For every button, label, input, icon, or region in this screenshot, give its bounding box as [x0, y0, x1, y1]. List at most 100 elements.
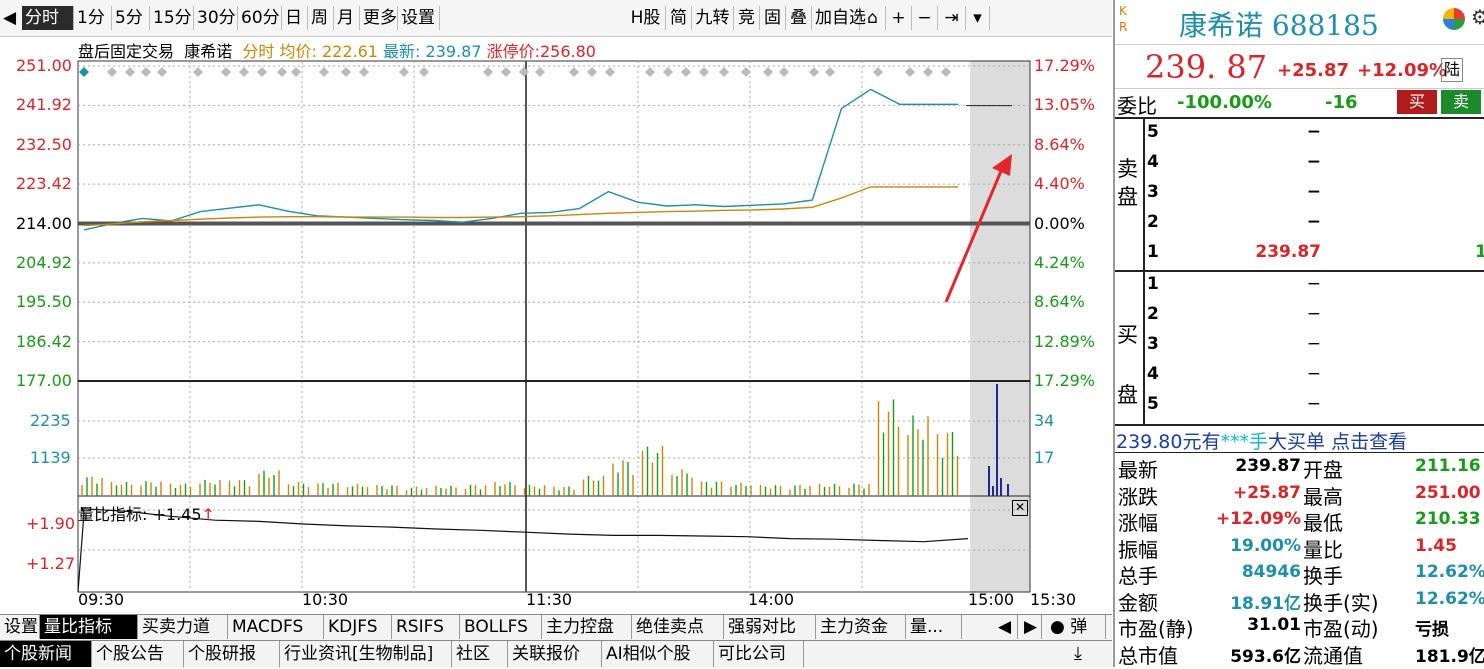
toolbar-button-5[interactable]: 叠 [786, 6, 812, 30]
event-marker-28 [741, 67, 751, 77]
stat-value: 239.87 [1235, 456, 1301, 476]
price-line [83, 88, 958, 231]
tab-period-4[interactable]: 30分 [194, 6, 238, 30]
pct-tick-label: 4.40% [1034, 174, 1085, 194]
sell-level-num: 2 [1147, 212, 1159, 232]
time-tick-label: 15:00 [968, 590, 1015, 609]
event-marker-31 [809, 67, 819, 77]
toolbar-button-2[interactable]: 九转 [692, 6, 734, 30]
tab-period-3[interactable]: 15分 [150, 6, 194, 30]
tab-period-10[interactable]: 设置 [398, 6, 440, 30]
ratio-tick-label: +1.27 [26, 554, 76, 573]
event-marker-3 [141, 67, 151, 77]
indicator-nav-0[interactable]: ◀ [994, 615, 1018, 639]
quote-panel: KR 康希诺 688185 ⚙ 239. 87 +25.87 +12.09% 陆… [1113, 0, 1484, 668]
stat-value: 12.62% [1415, 588, 1484, 609]
settings-gear-icon[interactable]: ⚙ [1471, 5, 1484, 29]
event-marker-10 [291, 67, 301, 77]
tab-period-8[interactable]: 月 [334, 6, 360, 30]
tab-period-9[interactable]: 更多 [360, 6, 398, 30]
indicator-nav-1[interactable]: ▶ [1020, 615, 1042, 639]
info-tab-2[interactable]: 个股研报 [184, 641, 280, 667]
tab-period-5[interactable]: 60分 [238, 6, 282, 30]
volume-tick-label: 2235 [30, 411, 71, 430]
stat-label: 量比 [1303, 537, 1343, 562]
pct-tick-label: 4.24% [1034, 252, 1085, 272]
toolbar-button-10[interactable]: ⇥ [938, 6, 966, 30]
buy-level-price: − [1306, 304, 1321, 324]
indicator-tab-9[interactable]: 强弱对比 [724, 615, 816, 639]
price-change: +25.87 [1277, 60, 1350, 81]
indicator-nav-2[interactable]: ● 弹 [1046, 615, 1106, 639]
last-price: 239. 87 [1145, 48, 1268, 86]
info-tab-3[interactable]: 行业资讯[生物制品] [280, 641, 452, 667]
info-tab-5[interactable]: 关联报价 [508, 641, 602, 667]
stat-value: 210.33 [1415, 509, 1481, 529]
stat-label: 总市值 [1118, 643, 1178, 668]
tab-period-1[interactable]: 1分 [74, 6, 112, 30]
stat-value: 211.16 [1415, 456, 1481, 476]
toolbar-button-7[interactable]: ⌂ [860, 6, 886, 30]
indicator-tab-4[interactable]: KDJFS [324, 615, 392, 639]
event-marker-22 [605, 67, 615, 77]
indicator-tab-3[interactable]: MACDFS [228, 615, 324, 639]
stat-label: 振幅 [1118, 537, 1158, 562]
pct-tick-label: 17.29% [1034, 371, 1096, 390]
info-tab-4[interactable]: 社区 [452, 641, 508, 667]
big-order-notice[interactable]: 239.80元有***手大买单 点击查看 [1116, 427, 1407, 454]
indicator-tab-5[interactable]: RSIFS [392, 615, 460, 639]
back-arrow-icon[interactable]: ◀ [0, 6, 22, 30]
toolbar-button-3[interactable]: 竞 [734, 6, 760, 30]
indicator-tab-7[interactable]: 主力控盘 [542, 615, 632, 639]
indicator-tab-0[interactable]: 设置 [0, 615, 40, 639]
tab-period-2[interactable]: 5分 [112, 6, 150, 30]
weibi-value: -100.00% [1177, 92, 1272, 113]
close-indicator-icon[interactable]: ✕ [1012, 500, 1028, 516]
sell-button[interactable]: 卖 [1441, 90, 1481, 114]
weicha-value: -16 [1325, 92, 1358, 113]
indicator-tab-1[interactable]: 量比指标 [40, 615, 138, 639]
stat-value: 12.62% [1415, 562, 1484, 582]
volume-tick-label-right: 17 [1034, 448, 1055, 467]
stat-label: 最高 [1303, 484, 1343, 509]
event-marker-36 [941, 67, 951, 77]
tab-period-7[interactable]: 周 [308, 6, 334, 30]
event-marker-5 [193, 67, 203, 77]
sell-level-price: − [1306, 212, 1321, 232]
info-tab-0[interactable]: 个股新闻 [0, 641, 92, 667]
stat-label: 流通值 [1303, 643, 1363, 668]
info-tab-6[interactable]: AI相似个股 [602, 641, 714, 667]
indicator-tab-8[interactable]: 绝佳卖点 [632, 615, 724, 639]
info-tab-7[interactable]: 可比公司 [714, 641, 804, 667]
stat-value: 593.6亿 [1230, 646, 1301, 667]
sell-side-label: 卖盘 [1117, 157, 1138, 209]
stat-label: 总手 [1118, 564, 1158, 588]
indicator-tab-10[interactable]: 主力资金 [816, 615, 906, 639]
toolbar-button-0[interactable]: H股 [626, 6, 666, 30]
buy-side-label: 买盘 [1117, 323, 1138, 407]
download-icon[interactable]: ⤓ [1074, 641, 1096, 667]
price-tick-label: 241.92 [16, 95, 72, 115]
time-tick-label: 09:30 [78, 590, 125, 609]
toolbar-button-4[interactable]: 固 [760, 6, 786, 30]
chart-frame [77, 60, 1031, 593]
toolbar-button-1[interactable]: 简 [666, 6, 692, 30]
info-tab-1[interactable]: 个股公告 [92, 641, 184, 667]
pct-tick-label: 8.64% [1034, 292, 1085, 312]
tab-period-6[interactable]: 日 [282, 6, 308, 30]
price-tick-label: 204.92 [16, 252, 72, 272]
toolbar-button-8[interactable]: + [886, 6, 912, 30]
buy-button[interactable]: 买 [1397, 90, 1437, 114]
price-change-pct: +12.09% [1357, 60, 1448, 81]
event-marker-18 [519, 67, 529, 77]
indicator-tab-6[interactable]: BOLLFS [460, 615, 542, 639]
pie-chart-icon[interactable] [1443, 8, 1465, 30]
tab-period-0[interactable]: 分时 [22, 6, 74, 30]
exchange-tag: 陆 [1441, 58, 1463, 82]
toolbar-button-6[interactable]: 加自选 [812, 6, 866, 30]
indicator-tab-11[interactable]: 量... [906, 615, 962, 639]
indicator-tab-2[interactable]: 买卖力道 [138, 615, 228, 639]
toolbar-button-11[interactable]: ▾ [966, 6, 990, 30]
event-marker-1 [107, 67, 117, 77]
toolbar-button-9[interactable]: − [912, 6, 938, 30]
